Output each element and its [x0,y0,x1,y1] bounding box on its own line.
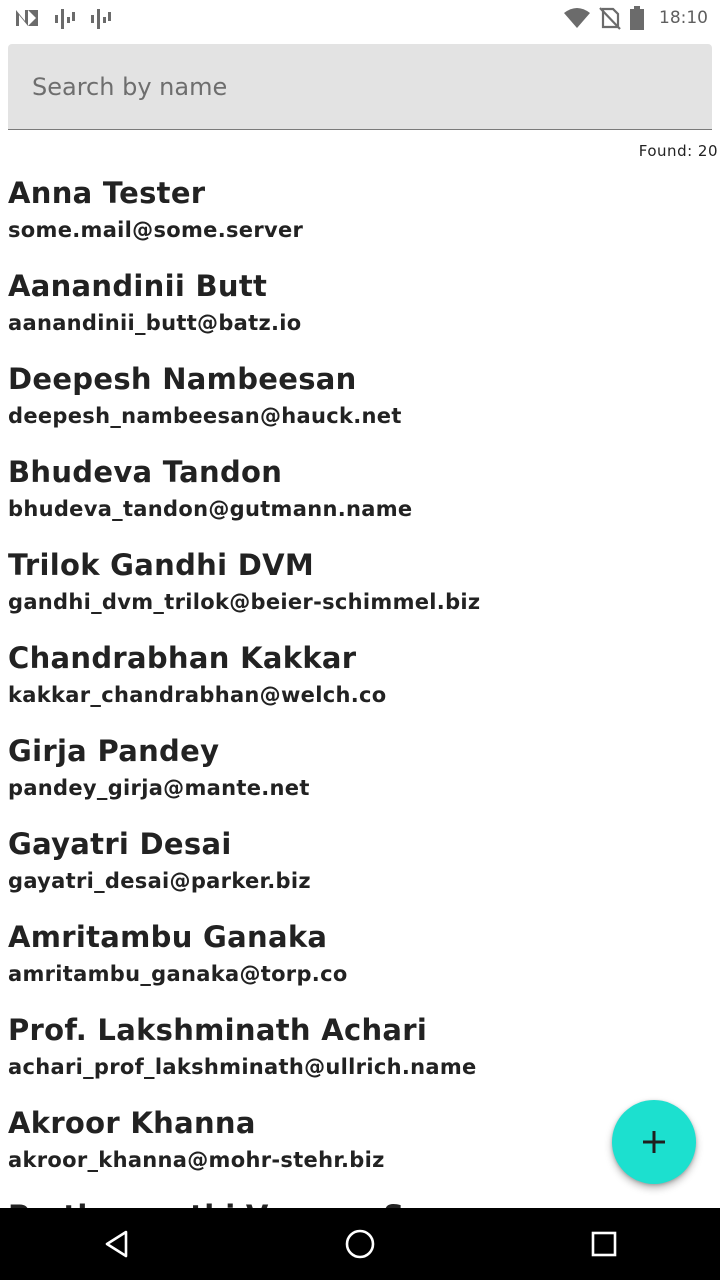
search-input[interactable] [8,44,712,129]
list-item[interactable]: Parthasarathi Varman Sr. [0,1193,720,1208]
list-item[interactable]: Aanandinii Butt aanandinii_butt@batz.io [0,263,720,356]
status-right-icons: 18:10 [563,6,708,30]
list-item[interactable]: Gayatri Desai gayatri_desai@parker.biz [0,821,720,914]
contact-email: amritambu_ganaka@torp.co [8,962,348,986]
list-item[interactable]: Anna Tester some.mail@some.server [0,170,720,263]
home-circle-icon [345,1229,375,1259]
contact-email: deepesh_nambeesan@hauck.net [8,404,402,428]
contact-name: Akroor Khanna [8,1106,256,1140]
list-item[interactable]: Girja Pandey pandey_girja@mante.net [0,728,720,821]
contact-email: aanandinii_butt@batz.io [8,311,302,335]
no-sim-icon [599,7,621,30]
contact-email: bhudeva_tandon@gutmann.name [8,497,413,521]
contact-email: some.mail@some.server [8,218,304,242]
contact-list[interactable]: Anna Tester some.mail@some.server Aanand… [0,170,720,1208]
status-time: 18:10 [659,8,708,28]
contact-email: achari_prof_lakshminath@ullrich.name [8,1055,477,1079]
contact-name: Deepesh Nambeesan [8,362,357,396]
wifi-icon [564,8,590,28]
contact-name: Parthasarathi Varman Sr. [8,1199,426,1208]
signal-bars-icon [55,9,75,29]
plus-icon [643,1131,665,1153]
back-button[interactable] [97,1224,137,1264]
contact-email: kakkar_chandrabhan@welch.co [8,683,387,707]
contact-name: Aanandinii Butt [8,269,268,303]
contact-email: gandhi_dvm_trilok@beier-schimmel.biz [8,590,481,614]
navigation-bar [0,1208,720,1280]
recents-button[interactable] [584,1224,624,1264]
signal-bars-icon [91,9,111,29]
contact-email: pandey_girja@mante.net [8,776,310,800]
list-item[interactable]: Bhudeva Tandon bhudeva_tandon@gutmann.na… [0,449,720,542]
add-contact-button[interactable] [612,1100,696,1184]
list-item[interactable]: Amritambu Ganaka amritambu_ganaka@torp.c… [0,914,720,1007]
contact-name: Chandrabhan Kakkar [8,641,357,675]
contact-name: Girja Pandey [8,734,220,768]
recents-square-icon [591,1231,617,1257]
list-item[interactable]: Trilok Gandhi DVM gandhi_dvm_trilok@beie… [0,542,720,635]
contact-name: Gayatri Desai [8,827,232,861]
screen: 18:10 Found: 20 Anna Tester some.mail@so… [0,0,720,1280]
back-triangle-icon [105,1230,128,1258]
home-button[interactable] [340,1224,380,1264]
contact-name: Anna Tester [8,176,206,210]
list-item[interactable]: Prof. Lakshminath Achari achari_prof_lak… [0,1007,720,1100]
notification-n-icon [16,10,38,26]
contact-email: gayatri_desai@parker.biz [8,869,311,893]
contact-email: akroor_khanna@mohr-stehr.biz [8,1148,385,1172]
contact-name: Trilok Gandhi DVM [8,548,315,582]
status-bar: 18:10 [0,0,720,36]
contact-name: Amritambu Ganaka [8,920,328,954]
search-box[interactable] [8,44,712,130]
list-item[interactable]: Deepesh Nambeesan deepesh_nambeesan@hauc… [0,356,720,449]
contact-name: Bhudeva Tandon [8,455,283,489]
battery-icon [630,6,644,30]
status-left-icons [14,6,112,30]
list-item[interactable]: Chandrabhan Kakkar kakkar_chandrabhan@we… [0,635,720,728]
contact-name: Prof. Lakshminath Achari [8,1013,428,1047]
found-count: Found: 20 [638,142,718,160]
